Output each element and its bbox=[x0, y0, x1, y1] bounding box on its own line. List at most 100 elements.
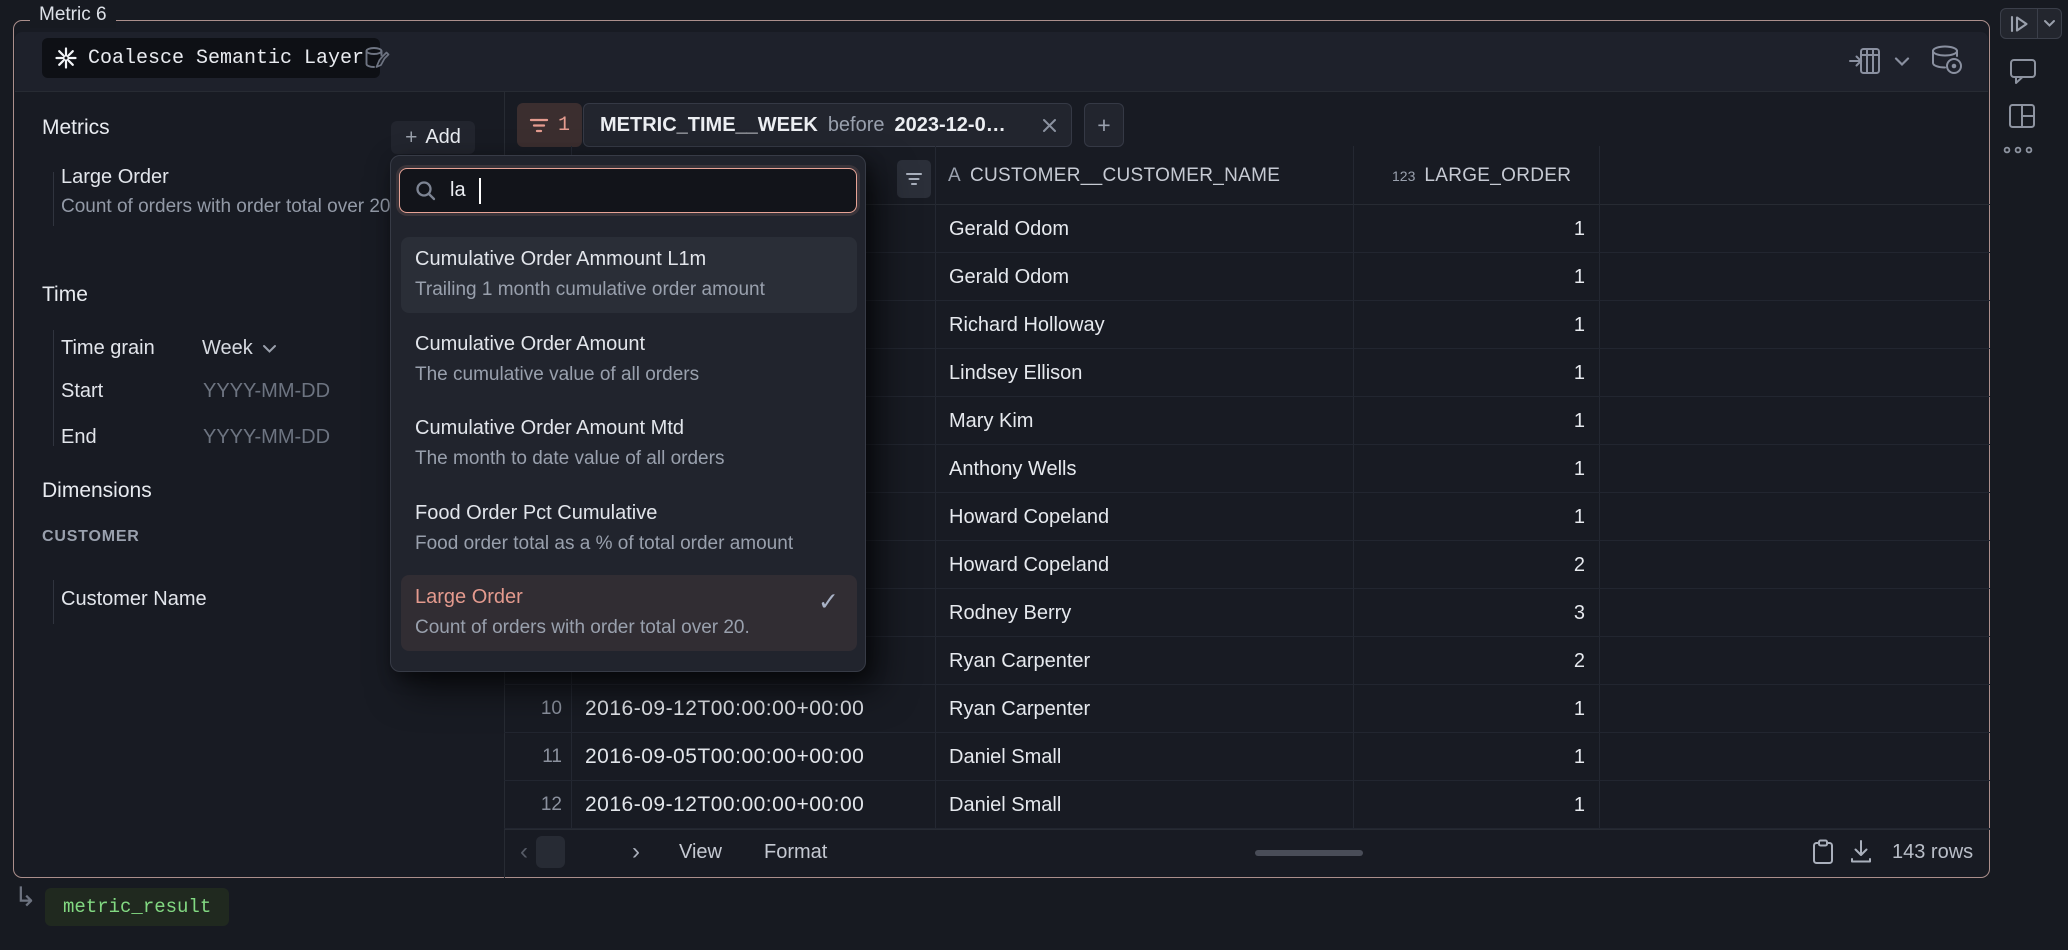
metric-option-title: Cumulative Order Amount Mtd bbox=[415, 417, 841, 440]
start-date-label: Start bbox=[61, 380, 103, 403]
dimension-item[interactable]: Customer Name bbox=[61, 588, 207, 611]
database-preview-icon[interactable] bbox=[1928, 44, 1966, 78]
page-number-button[interactable] bbox=[594, 836, 623, 868]
cell-customer-name: Lindsey Ellison bbox=[949, 349, 1082, 397]
filter-count-badge[interactable]: 1 bbox=[517, 103, 582, 147]
column-header-customer[interactable]: A CUSTOMER__CUSTOMER_NAME bbox=[948, 146, 1280, 205]
page-number-button[interactable] bbox=[536, 836, 565, 868]
run-cell-button[interactable] bbox=[2001, 15, 2037, 33]
metrics-heading: Metrics bbox=[42, 116, 110, 140]
tree-guide bbox=[53, 580, 54, 624]
table-pagination: ‹ › View Format bbox=[512, 836, 827, 868]
cell-metric-time: 2016-09-12T00:00:00+00:00 bbox=[585, 685, 864, 733]
comment-icon[interactable] bbox=[2008, 56, 2038, 86]
time-grain-select[interactable]: Week bbox=[202, 337, 277, 360]
add-metric-button[interactable]: + Add bbox=[391, 121, 475, 154]
metric-option-description: Trailing 1 month cumulative order amount bbox=[415, 279, 841, 301]
time-heading: Time bbox=[42, 283, 88, 307]
return-arrow-icon: ↳ bbox=[14, 882, 37, 913]
cell-customer-name: Ryan Carpenter bbox=[949, 637, 1090, 685]
cell-large-order: 1 bbox=[1450, 301, 1585, 349]
cell-large-order: 1 bbox=[1450, 493, 1585, 541]
metric-option-title: Cumulative Order Ammount L1m bbox=[415, 248, 841, 271]
layout-icon[interactable] bbox=[2006, 100, 2038, 132]
page-number-button[interactable] bbox=[565, 836, 594, 868]
copy-icon[interactable] bbox=[1810, 838, 1836, 866]
next-page-button[interactable]: › bbox=[623, 838, 649, 866]
cell-metric-time: 2016-09-12T00:00:00+00:00 bbox=[585, 781, 864, 829]
cell-large-order: 1 bbox=[1450, 445, 1585, 493]
filter-icon bbox=[529, 117, 549, 134]
metric-option[interactable]: Cumulative Order Ammount L1m Trailing 1 … bbox=[401, 237, 857, 313]
metric-option-title: Large Order bbox=[415, 586, 841, 609]
column-filter-indicator[interactable] bbox=[897, 160, 931, 198]
horizontal-scrollbar[interactable] bbox=[1255, 850, 1363, 856]
view-button[interactable]: View bbox=[679, 841, 722, 864]
remove-filter-icon[interactable] bbox=[1042, 118, 1057, 133]
check-icon: ✓ bbox=[818, 587, 839, 617]
search-icon bbox=[414, 179, 438, 203]
metric-option[interactable]: Cumulative Order Amount The cumulative v… bbox=[401, 322, 857, 398]
table-row[interactable]: 11 2016-09-05T00:00:00+00:00 Daniel Smal… bbox=[504, 733, 1990, 781]
plus-icon: + bbox=[405, 126, 417, 150]
table-row[interactable]: 12 2016-09-12T00:00:00+00:00 Daniel Smal… bbox=[504, 781, 1990, 829]
number-type-icon: 123 bbox=[1392, 168, 1415, 184]
row-count: 143 rows bbox=[1892, 841, 1973, 864]
text-type-icon: A bbox=[948, 165, 961, 187]
end-date-label: End bbox=[61, 426, 97, 449]
text-caret bbox=[479, 178, 481, 204]
table-row[interactable]: 10 2016-09-12T00:00:00+00:00 Ryan Carpen… bbox=[504, 685, 1990, 733]
metric-search-input[interactable]: la bbox=[399, 168, 857, 213]
metric-option[interactable]: Cumulative Order Amount Mtd The month to… bbox=[401, 406, 857, 482]
cell-customer-name: Daniel Small bbox=[949, 781, 1061, 829]
cell-large-order: 1 bbox=[1450, 781, 1585, 829]
row-index: 12 bbox=[504, 781, 562, 829]
notebook-canvas: Metric 6 Coalesce Semantic Layer bbox=[0, 0, 2068, 950]
run-cell-button-group bbox=[2000, 8, 2062, 39]
output-variable-pill[interactable]: metric_result bbox=[45, 888, 229, 926]
cell-large-order: 1 bbox=[1450, 685, 1585, 733]
cell-large-order: 2 bbox=[1450, 541, 1585, 589]
more-options-icon[interactable] bbox=[2002, 144, 2034, 156]
metric-option-title: Cumulative Order Amount bbox=[415, 333, 841, 356]
cell-customer-name: Mary Kim bbox=[949, 397, 1033, 445]
metric-picker-dropdown: la Cumulative Order Ammount L1m Trailing… bbox=[390, 155, 866, 672]
selected-metric-name[interactable]: Large Order bbox=[61, 166, 169, 189]
cell-large-order: 3 bbox=[1450, 589, 1585, 637]
cell-customer-name: Howard Copeland bbox=[949, 541, 1109, 589]
search-query: la bbox=[450, 179, 466, 202]
download-icon[interactable] bbox=[1848, 838, 1874, 866]
cell-large-order: 1 bbox=[1450, 349, 1585, 397]
run-options-chevron-icon[interactable] bbox=[2038, 19, 2061, 28]
cell-large-order: 1 bbox=[1450, 253, 1585, 301]
prev-page-button[interactable]: ‹ bbox=[512, 838, 536, 866]
row-index: 11 bbox=[504, 733, 562, 781]
filter-chip[interactable]: METRIC_TIME__WEEK before 2023-12-0… bbox=[583, 103, 1072, 147]
row-index: 10 bbox=[504, 685, 562, 733]
insert-table-icon[interactable] bbox=[1848, 45, 1884, 77]
table-footer-actions: 143 rows bbox=[1810, 838, 1973, 866]
filter-value: 2023-12-0… bbox=[895, 114, 1006, 137]
metric-option-title: Food Order Pct Cumulative bbox=[415, 502, 841, 525]
metric-option[interactable]: Food Order Pct Cumulative Food order tot… bbox=[401, 491, 857, 567]
cell-customer-name: Gerald Odom bbox=[949, 253, 1069, 301]
chevron-down-icon bbox=[262, 344, 277, 354]
cell-customer-name: Gerald Odom bbox=[949, 205, 1069, 253]
source-chip-label: Coalesce Semantic Layer bbox=[88, 47, 364, 70]
cell-large-order: 1 bbox=[1450, 733, 1585, 781]
cell-large-order: 1 bbox=[1450, 397, 1585, 445]
table-bottom-border bbox=[504, 829, 1990, 830]
cell-metric-time: 2016-09-05T00:00:00+00:00 bbox=[585, 733, 864, 781]
metric-option[interactable]: Large Order Count of orders with order t… bbox=[401, 575, 857, 651]
column-header-large-order[interactable]: 123 LARGE_ORDER bbox=[1392, 146, 1571, 205]
end-date-input[interactable]: YYYY-MM-DD bbox=[203, 426, 330, 449]
semantic-layer-source-chip[interactable]: Coalesce Semantic Layer bbox=[42, 38, 380, 78]
cell-header-actions bbox=[1848, 44, 1966, 78]
start-date-input[interactable]: YYYY-MM-DD bbox=[203, 380, 330, 403]
database-edit-icon[interactable] bbox=[362, 44, 392, 74]
add-filter-button[interactable]: + bbox=[1084, 103, 1124, 147]
format-button[interactable]: Format bbox=[764, 841, 827, 864]
cell-customer-name: Ryan Carpenter bbox=[949, 685, 1090, 733]
cell-customer-name: Howard Copeland bbox=[949, 493, 1109, 541]
chevron-down-icon[interactable] bbox=[1894, 56, 1910, 67]
